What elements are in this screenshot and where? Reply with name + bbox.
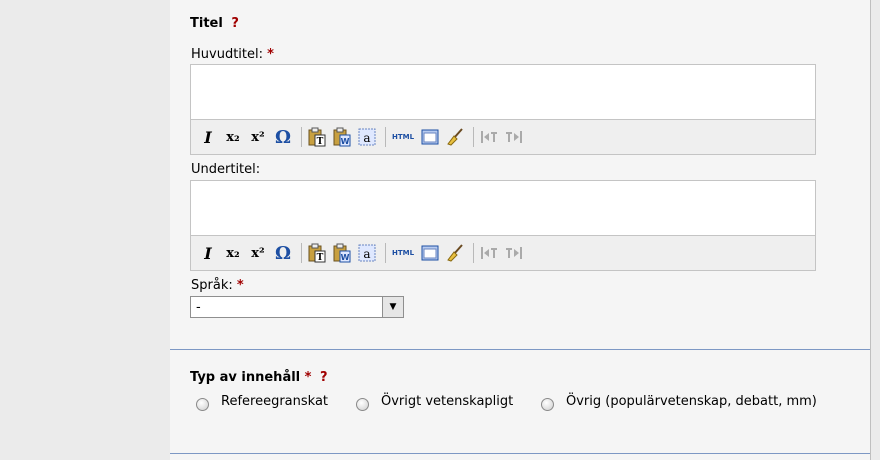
language-label: Språk: *: [191, 278, 244, 293]
content-type-heading-text: Typ av innehåll: [190, 370, 301, 385]
select-all-button[interactable]: a: [356, 126, 378, 148]
italic-icon: I: [204, 243, 212, 263]
chevron-down-icon[interactable]: ▼: [382, 297, 403, 317]
subscript-button[interactable]: x₂: [222, 126, 244, 148]
fullscreen-icon: [421, 129, 439, 145]
svg-text:W: W: [341, 253, 350, 262]
radio-button[interactable]: [196, 398, 209, 411]
cleanup-button[interactable]: [444, 126, 466, 148]
main-title-editor: I x₂ x² Ω T W a HTML: [190, 64, 816, 155]
select-all-icon: a: [358, 244, 376, 262]
title-section-heading: Titel ?: [190, 16, 239, 31]
html-source-button[interactable]: HTML: [390, 126, 416, 148]
select-all-button[interactable]: a: [356, 242, 378, 264]
subtitle-textarea[interactable]: [191, 181, 815, 236]
html-source-button[interactable]: HTML: [390, 242, 416, 264]
radio-button[interactable]: [541, 398, 554, 411]
radio-ovrigt-vetenskapligt[interactable]: Övrigt vetenskapligt: [356, 392, 513, 411]
superscript-icon: x²: [251, 129, 265, 145]
ltr-button[interactable]: [478, 126, 500, 148]
radio-label: Övrigt vetenskapligt: [381, 394, 514, 409]
paste-text-button[interactable]: T: [306, 126, 328, 148]
subscript-button[interactable]: x₂: [222, 242, 244, 264]
language-select[interactable]: - ▼: [190, 296, 404, 318]
svg-text:T: T: [317, 253, 324, 263]
main-title-toolbar: I x₂ x² Ω T W a HTML: [191, 120, 815, 154]
rtl-icon: [506, 247, 522, 259]
subscript-icon: x₂: [226, 129, 240, 145]
fullscreen-button[interactable]: [419, 242, 441, 264]
italic-icon: I: [204, 127, 212, 147]
paste-text-button[interactable]: T: [306, 242, 328, 264]
ltr-icon: [481, 131, 497, 143]
toolbar-separator: [301, 127, 302, 147]
section-divider: [170, 349, 870, 350]
rtl-icon: [506, 131, 522, 143]
subtitle-editor: I x₂ x² Ω T W a HTML: [190, 180, 816, 271]
required-marker: *: [236, 278, 244, 293]
fullscreen-icon: [421, 245, 439, 261]
radio-label: Refereegranskat: [221, 394, 329, 409]
italic-button[interactable]: I: [197, 242, 219, 264]
paste-word-button[interactable]: W: [331, 242, 353, 264]
subscript-icon: x₂: [226, 245, 240, 261]
title-heading-text: Titel: [190, 16, 223, 31]
radio-refereegranskat[interactable]: Refereegranskat: [196, 392, 328, 411]
ltr-icon: [481, 247, 497, 259]
svg-text:a: a: [363, 247, 370, 261]
content-type-heading: Typ av innehåll * ?: [190, 370, 328, 385]
left-gutter: [0, 0, 171, 460]
broom-icon: [447, 244, 463, 262]
html-icon: HTML: [391, 133, 415, 141]
language-selected-value: -: [196, 300, 201, 315]
paste-word-icon: W: [333, 127, 351, 147]
rtl-button[interactable]: [503, 242, 525, 264]
section-divider: [170, 453, 870, 454]
broom-icon: [447, 128, 463, 146]
toolbar-separator: [385, 243, 386, 263]
subtitle-label-text: Undertitel:: [191, 162, 261, 177]
html-icon: HTML: [391, 249, 415, 257]
content-type-help-icon[interactable]: ?: [320, 370, 328, 385]
superscript-button[interactable]: x²: [247, 126, 269, 148]
superscript-button[interactable]: x²: [247, 242, 269, 264]
omega-icon: Ω: [274, 242, 292, 264]
toolbar-separator: [473, 243, 474, 263]
main-title-textarea[interactable]: [191, 65, 815, 120]
italic-button[interactable]: I: [197, 126, 219, 148]
cleanup-button[interactable]: [444, 242, 466, 264]
right-gutter: [870, 0, 880, 460]
superscript-icon: x²: [251, 245, 265, 261]
language-label-text: Språk:: [191, 278, 233, 293]
omega-icon: Ω: [274, 126, 292, 148]
subtitle-toolbar: I x₂ x² Ω T W a HTML: [191, 236, 815, 270]
required-marker: *: [267, 47, 274, 62]
radio-ovrig-popularvetenskap[interactable]: Övrig (populärvetenskap, debatt, mm): [541, 392, 817, 411]
radio-label: Övrig (populärvetenskap, debatt, mm): [566, 394, 817, 409]
ltr-button[interactable]: [478, 242, 500, 264]
toolbar-separator: [473, 127, 474, 147]
paste-text-icon: T: [308, 243, 326, 263]
special-char-button[interactable]: Ω: [272, 126, 294, 148]
main-title-label-text: Huvudtitel:: [191, 47, 263, 62]
radio-button[interactable]: [356, 398, 369, 411]
special-char-button[interactable]: Ω: [272, 242, 294, 264]
select-all-icon: a: [358, 128, 376, 146]
subtitle-label: Undertitel:: [191, 162, 260, 177]
title-help-icon[interactable]: ?: [231, 16, 239, 31]
svg-text:a: a: [363, 131, 370, 145]
paste-word-icon: W: [333, 243, 351, 263]
paste-text-icon: T: [308, 127, 326, 147]
rtl-button[interactable]: [503, 126, 525, 148]
paste-word-button[interactable]: W: [331, 126, 353, 148]
fullscreen-button[interactable]: [419, 126, 441, 148]
toolbar-separator: [385, 127, 386, 147]
svg-text:W: W: [341, 137, 350, 146]
svg-text:T: T: [317, 137, 324, 147]
required-marker: *: [304, 370, 312, 385]
main-title-label: Huvudtitel: *: [191, 47, 274, 62]
toolbar-separator: [301, 243, 302, 263]
